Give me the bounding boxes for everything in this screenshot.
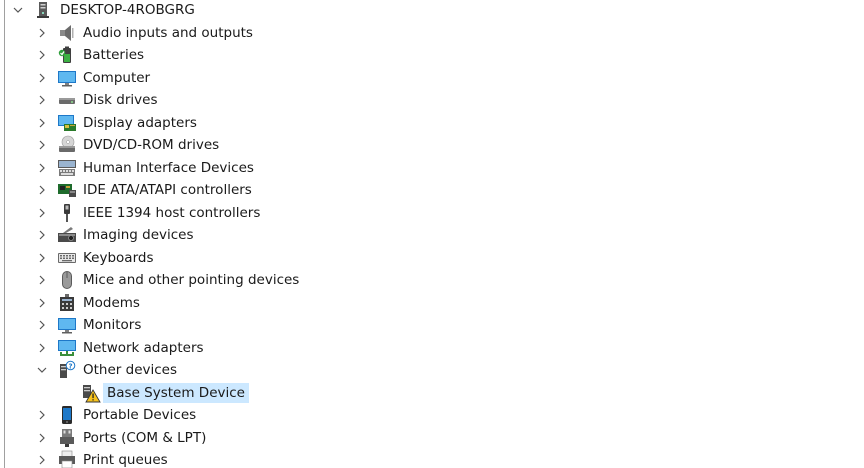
chevron-right-icon[interactable]: [34, 250, 50, 266]
chevron-right-icon[interactable]: [34, 25, 50, 41]
svg-text:?: ?: [68, 362, 72, 370]
portable-device-icon: [57, 405, 77, 425]
tree-item-label: Network adapters: [83, 339, 204, 356]
tree-item-label: Other devices: [83, 362, 177, 378]
tree-item-label: Human Interface Devices: [83, 159, 254, 176]
chevron-right-icon[interactable]: [34, 340, 50, 356]
tree-item-label: Display adapters: [83, 114, 197, 131]
tree-category-other-devices[interactable]: ? Other devices: [0, 359, 864, 381]
monitor-icon: [57, 315, 77, 335]
tree-category-imaging-devices[interactable]: Imaging devices: [0, 224, 864, 246]
tree-item-label: DVD/CD-ROM drives: [83, 137, 220, 153]
tree-category-disk-drives[interactable]: Disk drives: [0, 89, 864, 111]
chevron-right-icon[interactable]: [34, 115, 50, 131]
tree-category-ieee-1394-host-controllers[interactable]: IEEE 1394 host controllers: [0, 202, 864, 224]
ide-controller-icon: [57, 180, 77, 200]
tree-category-ports-com-lpt[interactable]: Ports (COM & LPT): [0, 427, 864, 449]
tree-category-mice-and-other-pointing-devices[interactable]: Mice and other pointing devices: [0, 269, 864, 291]
tree-item-label: Audio inputs and outputs: [83, 24, 253, 41]
tree-category-network-adapters[interactable]: Network adapters: [0, 337, 864, 359]
tree-item-label: IEEE 1394 host controllers: [83, 204, 261, 221]
chevron-right-icon[interactable]: [34, 452, 50, 468]
tree-item-label: IDE ATA/ATAPI controllers: [83, 182, 252, 198]
tree-device-base-system-device[interactable]: Base System Device: [0, 382, 864, 404]
chevron-right-icon[interactable]: [34, 295, 50, 311]
monitor-icon: [57, 68, 77, 88]
chevron-right-icon[interactable]: [34, 317, 50, 333]
dvd-drive-icon: [57, 135, 77, 155]
tree-item-label: Keyboards: [83, 249, 154, 266]
tree-item-label: Ports (COM & LPT): [83, 429, 207, 446]
chevron-right-icon[interactable]: [34, 182, 50, 198]
battery-icon: [57, 45, 77, 65]
speaker-icon: [57, 23, 77, 43]
chevron-right-icon[interactable]: [34, 205, 50, 221]
chevron-right-icon[interactable]: [34, 227, 50, 243]
tree-category-modems[interactable]: Modems: [0, 292, 864, 314]
mouse-icon: [57, 270, 77, 290]
chevron-down-icon[interactable]: [10, 2, 26, 18]
unknown-device-icon: ?: [57, 360, 77, 380]
tree-item-label: Modems: [83, 294, 140, 311]
tree-category-portable-devices[interactable]: Portable Devices: [0, 404, 864, 426]
ieee1394-icon: [57, 203, 77, 223]
tree-category-batteries[interactable]: Batteries: [0, 44, 864, 66]
computer-root-icon: [33, 0, 53, 20]
keyboard-icon: [57, 248, 77, 268]
tree-item-label: Disk drives: [83, 92, 158, 108]
network-adapter-icon: [57, 338, 77, 358]
tree-root-computer[interactable]: DESKTOP-4ROBGRG: [0, 0, 864, 21]
tree-item-label: Imaging devices: [83, 227, 194, 243]
tree-category-ide-ata-atapi-controllers[interactable]: IDE ATA/ATAPI controllers: [0, 179, 864, 201]
tree-category-human-interface-devices[interactable]: Human Interface Devices: [0, 157, 864, 179]
tree-item-label: Portable Devices: [83, 407, 197, 423]
port-icon: [57, 428, 77, 448]
tree-category-dvd-cd-rom-drives[interactable]: DVD/CD-ROM drives: [0, 134, 864, 156]
tree-category-computer[interactable]: Computer: [0, 67, 864, 89]
hid-icon: [57, 158, 77, 178]
tree-category-display-adapters[interactable]: Display adapters: [0, 112, 864, 134]
tree-item-label: Batteries: [83, 47, 145, 63]
chevron-down-icon[interactable]: [34, 362, 50, 378]
modem-icon: [57, 293, 77, 313]
tree-item-label: Base System Device: [103, 382, 249, 403]
tree-category-audio-inputs-and-outputs[interactable]: Audio inputs and outputs: [0, 22, 864, 44]
chevron-right-icon[interactable]: [34, 70, 50, 86]
tree-item-label: Monitors: [83, 317, 142, 333]
warning-device-icon: [81, 383, 101, 403]
chevron-right-icon[interactable]: [34, 407, 50, 423]
tree-item-label: Mice and other pointing devices: [83, 272, 300, 288]
chevron-right-icon[interactable]: [34, 47, 50, 63]
tree-item-label: Print queues: [83, 452, 168, 468]
tree-item-label: Computer: [83, 69, 151, 86]
chevron-right-icon[interactable]: [34, 137, 50, 153]
disk-drive-icon: [57, 90, 77, 110]
tree-item-label: DESKTOP-4ROBGRG: [60, 2, 195, 18]
camera-icon: [57, 225, 77, 245]
tree-category-print-queues[interactable]: Print queues: [0, 449, 864, 468]
tree-category-keyboards[interactable]: Keyboards: [0, 247, 864, 269]
chevron-right-icon[interactable]: [34, 92, 50, 108]
chevron-right-icon[interactable]: [34, 272, 50, 288]
tree-category-monitors[interactable]: Monitors: [0, 314, 864, 336]
printer-icon: [57, 450, 77, 468]
chevron-right-icon[interactable]: [34, 160, 50, 176]
chevron-right-icon[interactable]: [34, 430, 50, 446]
display-adapter-icon: [57, 113, 77, 133]
